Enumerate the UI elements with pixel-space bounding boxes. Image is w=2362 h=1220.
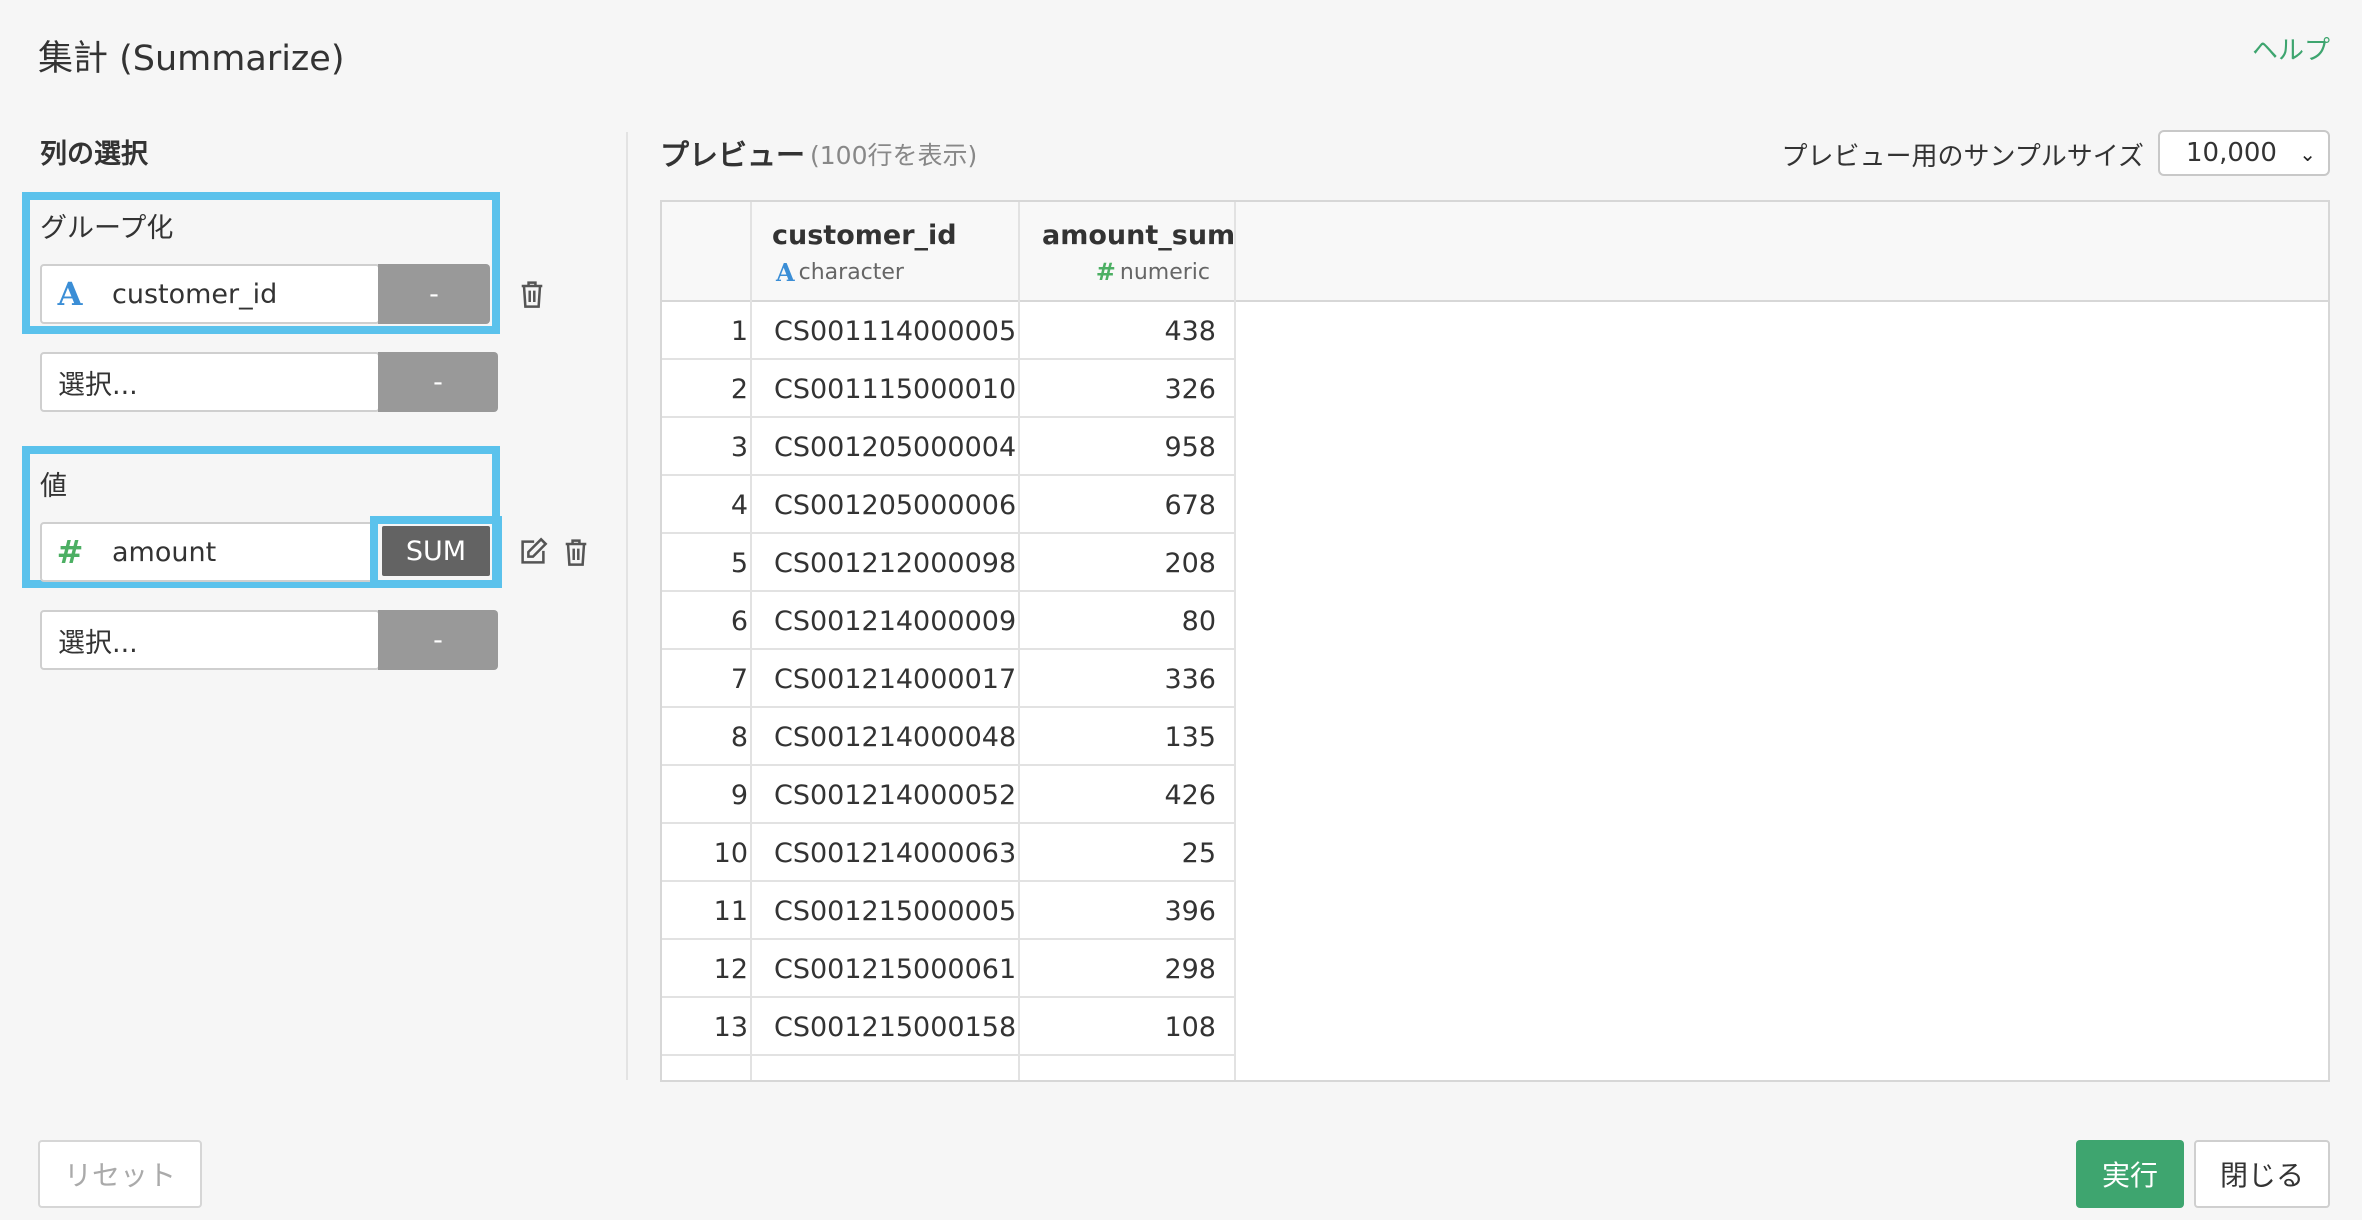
preview-row-count: (100行を表示) [810, 141, 978, 170]
table-row: 7 CS001214000017 336 [662, 650, 1236, 708]
table-row: 10 CS001214000063 25 [662, 824, 1236, 882]
table-row: 5 CS001212000098 208 [662, 534, 1236, 592]
close-button[interactable]: 閉じる [2194, 1140, 2330, 1208]
dialog-title: 集計 (Summarize) [38, 39, 345, 79]
cell-amount-sum: 958 [1164, 432, 1216, 463]
group-field-action-button[interactable]: - [378, 264, 490, 324]
panel-divider [626, 132, 628, 1080]
cell-amount-sum: 135 [1164, 722, 1216, 753]
group-field-name: customer_id [112, 278, 278, 310]
cell-customer-id: CS001214000052 [774, 780, 1017, 811]
column-header-amount-sum[interactable]: amount_sum [1042, 220, 1235, 251]
cell-customer-id: CS001205000004 [774, 432, 1017, 463]
value-select-placeholder: 選択... [58, 627, 138, 659]
table-header [662, 202, 2328, 302]
row-number: 3 [730, 432, 748, 463]
sample-size-select[interactable]: 10,000 ⌄ [2158, 130, 2330, 176]
cell-customer-id: CS001214000017 [774, 664, 1017, 695]
value-select-action-button[interactable]: - [378, 610, 498, 670]
cell-customer-id: CS001215000158 [774, 1012, 1017, 1043]
group-field-select[interactable]: 選択... [40, 352, 380, 412]
group-select-placeholder: 選択... [58, 369, 138, 401]
cell-customer-id: CS001115000010 [774, 374, 1017, 405]
table-row: 9 CS001214000052 426 [662, 766, 1236, 824]
cell-amount-sum: 25 [1181, 838, 1216, 869]
cell-amount-sum: 336 [1164, 664, 1216, 695]
table-row: 12 CS001215000061 298 [662, 940, 1236, 998]
value-field-amount[interactable]: # amount [40, 522, 374, 582]
column-type-customer-id: A character [776, 258, 904, 287]
table-row: 1 CS001114000005 438 [662, 302, 1236, 360]
numeric-type-icon: # [1095, 258, 1116, 286]
preview-table[interactable]: customer_id A character amount_sum # num… [660, 200, 2330, 1082]
cell-customer-id: CS001214000048 [774, 722, 1017, 753]
cell-customer-id: CS001215000005 [774, 896, 1017, 927]
trash-icon[interactable] [562, 536, 590, 568]
table-row: 8 CS001214000048 135 [662, 708, 1236, 766]
cell-amount-sum: 678 [1164, 490, 1216, 521]
column-type-amount-sum: # numeric [1096, 258, 1210, 286]
column-selection-heading: 列の選択 [40, 139, 148, 170]
sample-size-label: プレビュー用のサンプルサイズ [1781, 142, 2144, 172]
row-number: 8 [730, 722, 748, 753]
cell-amount-sum: 438 [1164, 316, 1216, 347]
cell-amount-sum: 208 [1164, 548, 1216, 579]
row-number: 6 [730, 606, 748, 637]
value-section-label: 値 [40, 471, 67, 502]
edit-icon[interactable] [518, 536, 548, 568]
chevron-down-icon: ⌄ [2299, 142, 2316, 166]
cell-customer-id: CS001114000005 [774, 316, 1017, 347]
row-number: 2 [730, 374, 748, 405]
row-number: 4 [730, 490, 748, 521]
cell-customer-id: CS001214000009 [774, 606, 1017, 637]
cell-customer-id: CS001215000061 [774, 954, 1017, 985]
cell-customer-id: CS001214000063 [774, 838, 1017, 869]
cell-amount-sum: 396 [1164, 896, 1216, 927]
reset-button[interactable]: リセット [38, 1140, 202, 1208]
character-type-icon: A [776, 258, 795, 287]
row-number: 13 [713, 1012, 748, 1043]
aggregate-function-button[interactable]: SUM [382, 526, 490, 576]
sample-size-value: 10,000 [2186, 138, 2277, 168]
row-number: 9 [730, 780, 748, 811]
value-field-select[interactable]: 選択... [40, 610, 380, 670]
row-number: 12 [713, 954, 748, 985]
cell-amount-sum: 326 [1164, 374, 1216, 405]
cell-amount-sum: 426 [1164, 780, 1216, 811]
table-row: 11 CS001215000005 396 [662, 882, 1236, 940]
preview-title: プレビュー [660, 138, 806, 172]
trash-icon[interactable] [518, 278, 546, 310]
column-type-label: character [798, 260, 904, 285]
cell-amount-sum: 298 [1164, 954, 1216, 985]
cell-amount-sum: 108 [1164, 1012, 1216, 1043]
table-row: 3 CS001205000004 958 [662, 418, 1236, 476]
column-type-label: numeric [1119, 259, 1210, 285]
row-number: 7 [730, 664, 748, 695]
help-link[interactable]: ヘルプ [2252, 30, 2330, 67]
cell-customer-id: CS001205000006 [774, 490, 1017, 521]
cell-customer-id: CS001212000098 [774, 548, 1017, 579]
character-type-icon: A [57, 275, 83, 313]
group-section-label: グループ化 [40, 213, 174, 244]
table-row: 4 CS001205000006 678 [662, 476, 1236, 534]
table-row: 13 CS001215000158 108 [662, 998, 1236, 1056]
table-row: 6 CS001214000009 80 [662, 592, 1236, 650]
row-number: 10 [713, 838, 748, 869]
group-select-action-button[interactable]: - [378, 352, 498, 412]
cell-amount-sum: 80 [1181, 606, 1216, 637]
group-field-customer-id[interactable]: A customer_id [40, 264, 380, 324]
row-number: 11 [713, 896, 748, 927]
run-button[interactable]: 実行 [2076, 1140, 2184, 1208]
row-number: 1 [730, 316, 748, 347]
value-field-name: amount [112, 536, 217, 568]
table-row: 2 CS001115000010 326 [662, 360, 1236, 418]
numeric-type-icon: # [56, 533, 84, 571]
row-number: 5 [730, 548, 748, 579]
column-header-customer-id[interactable]: customer_id [772, 220, 957, 251]
